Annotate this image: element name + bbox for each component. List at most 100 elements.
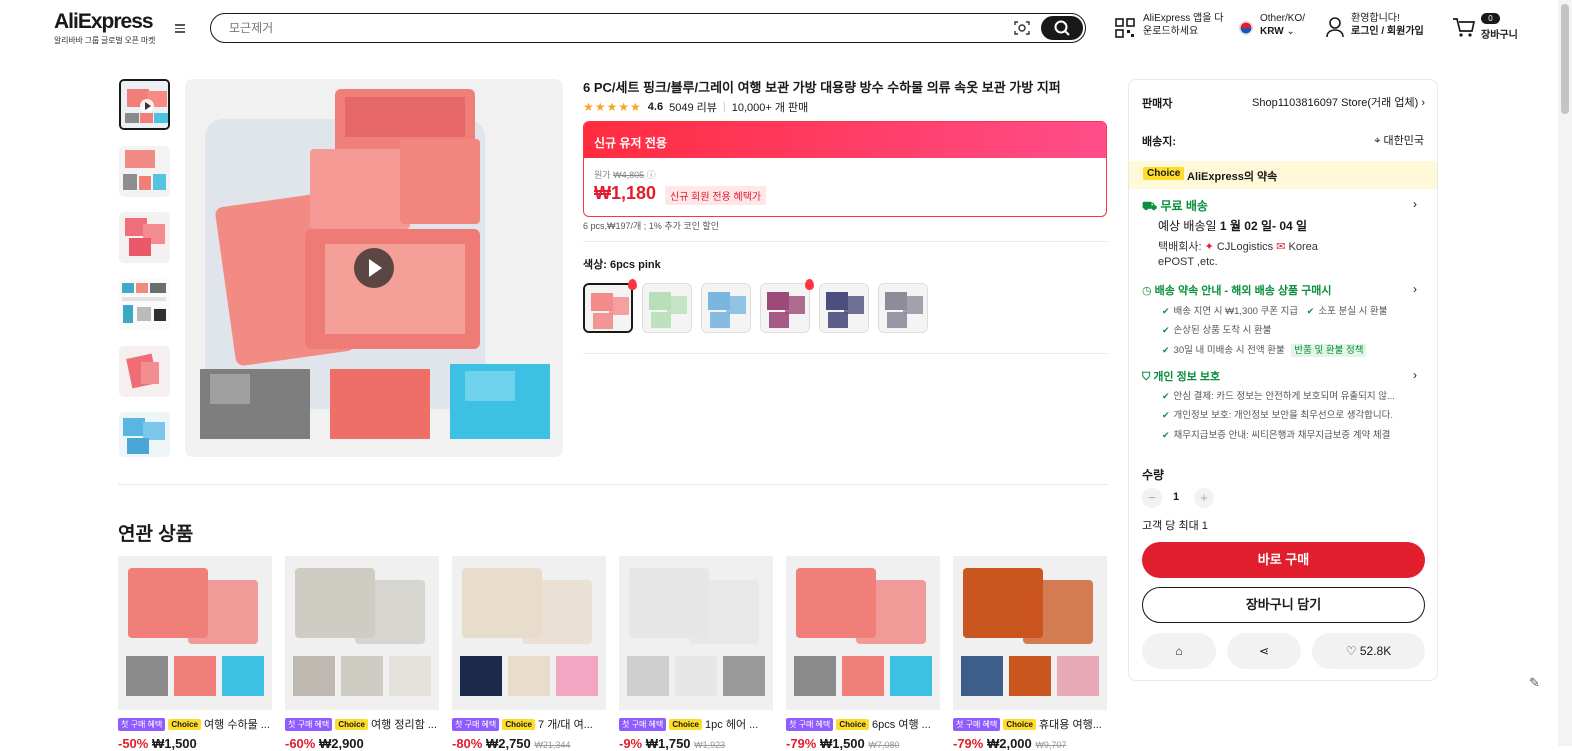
related-product-title-row: 첫 구매 혜택 Choice 여행 정리함 ...	[285, 716, 439, 732]
related-product-card[interactable]: 첫 구매 혜택 Choice 여행 정리함 ... -60% ₩2,900	[285, 556, 439, 751]
related-product-card[interactable]: 첫 구매 혜택 Choice 6pcs 여행 ... -79% ₩1,500 ₩7…	[786, 556, 940, 751]
color-swatch-purple[interactable]	[760, 283, 810, 333]
related-product-image[interactable]	[285, 556, 439, 710]
related-product-image[interactable]	[118, 556, 272, 710]
cart-icon[interactable]	[1452, 16, 1476, 38]
chevron-right-icon[interactable]: ›	[1413, 368, 1417, 382]
hot-flame-icon	[805, 279, 814, 290]
related-product-card[interactable]: 첫 구매 혜택 Choice 7 개/대 여... -80% ₩2,750 ₩21…	[452, 556, 606, 751]
new-member-badge: 신규 회원 전용 혜택가	[665, 186, 767, 205]
related-product-image[interactable]	[953, 556, 1107, 710]
related-product-price: ₩1,500	[819, 736, 869, 751]
related-product-title-row: 첫 구매 혜택 Choice 7 개/대 여...	[452, 716, 606, 732]
color-swatch-navy[interactable]	[819, 283, 869, 333]
add-to-cart-button[interactable]: 장바구니 담기	[1142, 587, 1425, 623]
free-shipping-row[interactable]: ⛟ 무료 배송	[1142, 197, 1208, 215]
delivery-promise-row[interactable]: ◷ 배송 약속 안내 - 해외 배송 상품 구매시	[1142, 282, 1332, 298]
promise-1a: 배송 지연 시 ₩1,300 쿠폰 지급	[1173, 306, 1299, 317]
related-product-card[interactable]: 첫 구매 혜택 Choice 휴대용 여행... -79% ₩2,000 ₩9,7…	[953, 556, 1107, 751]
color-label: 색상:	[583, 259, 607, 271]
search-icon	[1054, 20, 1070, 36]
thumbnail-5[interactable]	[119, 346, 170, 397]
wishlist-button[interactable]: ♡ 52.8K	[1312, 633, 1425, 669]
choice-tag: Choice	[168, 719, 201, 730]
quantity-decrease-button[interactable]: −	[1142, 488, 1162, 508]
thumbnail-3[interactable]	[119, 212, 170, 263]
color-swatch-green[interactable]	[642, 283, 692, 333]
courier-3: ePOST ,etc.	[1158, 256, 1218, 268]
related-product-old-price: ₩21,344	[534, 740, 571, 750]
privacy-row[interactable]: ⛉ 개인 정보 보호	[1142, 368, 1220, 384]
epost-logo-icon: ✉	[1276, 241, 1286, 253]
cart-label[interactable]: 장바구니	[1481, 26, 1518, 41]
page-scrollbar[interactable]	[1558, 0, 1572, 746]
purchase-panel: 판매자 Shop1103816097 Store(거래 업체) › 배송지: ⌖…	[1128, 79, 1438, 681]
color-swatch-gray[interactable]	[878, 283, 928, 333]
choice-tag: Choice	[502, 719, 535, 730]
related-product-image[interactable]	[452, 556, 606, 710]
related-product-image[interactable]	[786, 556, 940, 710]
thumbnail-4[interactable]	[119, 279, 170, 330]
region-selector[interactable]: Other/KO/ KRW ⌄	[1260, 12, 1305, 38]
choice-tag: Choice	[1143, 167, 1185, 180]
related-product-old-price: ₩7,080	[868, 740, 900, 750]
refund-policy-badge[interactable]: 반품 및 환불 정책	[1291, 344, 1367, 357]
color-swatch-blue[interactable]	[701, 283, 751, 333]
video-play-button[interactable]	[354, 248, 394, 288]
related-product-price-row: -79% ₩2,000 ₩9,707	[953, 736, 1066, 751]
search-input[interactable]	[229, 19, 989, 37]
login-line-2: 로그인 / 회원가입	[1351, 26, 1424, 37]
color-value: 6pcs pink	[609, 259, 661, 271]
qr-code-icon	[1115, 18, 1135, 38]
review-count[interactable]: 5049 리뷰	[669, 99, 717, 115]
share-button[interactable]: ⋖	[1227, 633, 1301, 669]
choice-promise-bar: Choice AliExpress의 약속	[1129, 161, 1437, 189]
seller-link[interactable]: Shop1103816097 Store(거래 업체) ›	[1235, 94, 1425, 110]
related-product-image[interactable]	[619, 556, 773, 710]
aliexpress-logo[interactable]: AliExpress 알리바바 그룹 글로벌 오픈 마켓	[54, 10, 155, 46]
login-link[interactable]: 환영합니다! 로그인 / 회원가입	[1351, 12, 1424, 38]
heart-icon: ♡	[1345, 644, 1357, 658]
region-line-1: Other/KO/	[1260, 13, 1306, 24]
related-product-title: 1pc 헤어 ...	[701, 719, 759, 731]
thumbnail-1[interactable]	[119, 79, 170, 130]
menu-icon[interactable]	[172, 22, 188, 38]
color-swatch-pink[interactable]	[583, 283, 633, 333]
related-product-price-row: -60% ₩2,900	[285, 736, 364, 751]
related-product-card[interactable]: 첫 구매 혜택 Choice 1pc 헤어 ... -9% ₩1,750 ₩1,9…	[619, 556, 773, 751]
sale-price: ₩1,180	[594, 183, 657, 203]
search-button[interactable]	[1041, 16, 1083, 40]
courier-2: Korea	[1288, 241, 1318, 253]
unit-price-note: 6 pcs,₩197/개 ; 1% 추가 코인 할인	[583, 221, 719, 231]
related-product-title-row: 첫 구매 혜택 Choice 6pcs 여행 ...	[786, 716, 940, 732]
buy-now-button[interactable]: 바로 구매	[1142, 542, 1425, 578]
quantity-label: 수량	[1142, 468, 1165, 482]
ship-to-selector[interactable]: ⌖ 대한민국	[1279, 132, 1424, 148]
app-line-2: 운로드하세요	[1143, 26, 1199, 37]
original-price-label: 원가	[594, 170, 611, 180]
store-button[interactable]: ⌂	[1142, 633, 1216, 669]
ship-to-value: 대한민국	[1383, 135, 1424, 147]
choice-tag: Choice	[335, 719, 368, 730]
discount-percent: -79%	[953, 736, 987, 751]
related-product-price-row: -9% ₩1,750 ₩1,923	[619, 736, 725, 751]
site-header: AliExpress 알리바바 그룹 글로벌 오픈 마켓 AliExpress …	[0, 0, 1572, 56]
promise-item-1: ✔ 배송 지연 시 ₩1,300 쿠폰 지급 ✔ 소포 분실 시 환불	[1162, 306, 1388, 317]
location-pin-icon: ⌖	[1374, 135, 1381, 147]
chevron-right-icon[interactable]: ›	[1413, 197, 1417, 211]
chevron-right-icon[interactable]: ›	[1413, 282, 1417, 296]
quantity-increase-button[interactable]: +	[1194, 488, 1214, 508]
thumbnail-6[interactable]	[119, 412, 170, 457]
scrollbar-thumb[interactable]	[1561, 4, 1569, 114]
thumbnail-2[interactable]	[119, 146, 170, 197]
purchase-limit: 고객 당 최대 1	[1142, 520, 1208, 532]
quantity-value[interactable]: 1	[1173, 491, 1179, 503]
first-purchase-tag: 첫 구매 혜택	[118, 718, 166, 731]
store-icon: ⌂	[1175, 644, 1183, 658]
edit-icon[interactable]: ✎	[1529, 675, 1540, 691]
info-icon[interactable]: ⓘ	[647, 170, 656, 180]
related-product-card[interactable]: 첫 구매 혜택 Choice 여행 수하물 ... -50% ₩1,500	[118, 556, 272, 751]
app-download-link[interactable]: AliExpress 앱을 다 운로드하세요	[1143, 12, 1223, 38]
image-search-icon[interactable]	[1013, 19, 1031, 37]
divider	[583, 353, 1107, 354]
